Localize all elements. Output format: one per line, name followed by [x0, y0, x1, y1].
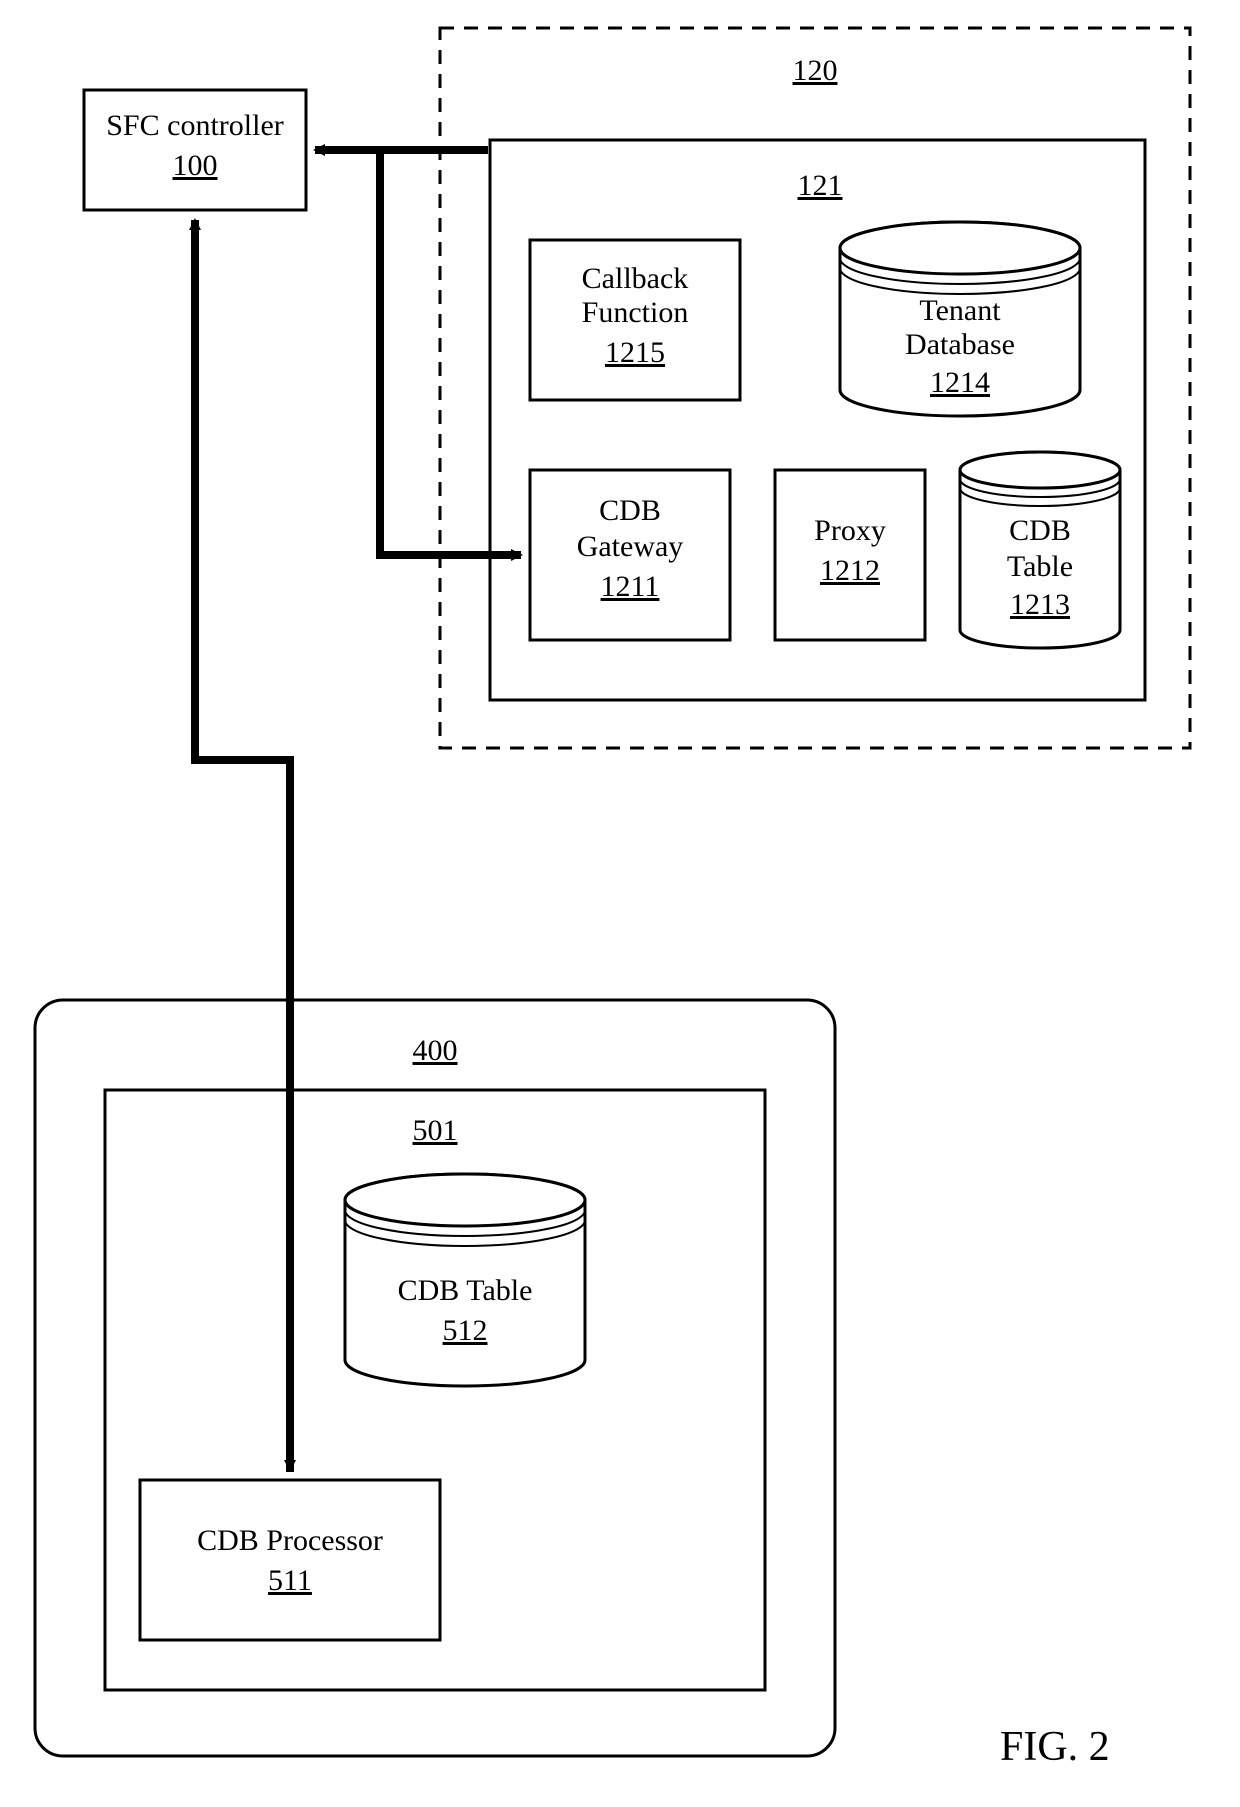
group-400-num: 400	[413, 1034, 458, 1067]
figure-label: FIG. 2	[1000, 1724, 1110, 1770]
cdb-table-121-icon: CDB Table 1213	[960, 452, 1120, 648]
sfc-controller-box: SFC controller 100	[84, 90, 306, 210]
diagram-canvas: SFC controller 100 120 121 Callback Func…	[0, 0, 1240, 1807]
group-120-num: 120	[793, 54, 838, 87]
sfc-controller-title: SFC controller	[106, 109, 284, 142]
tenant-db-line2: Database	[905, 328, 1015, 361]
cdb-table-501-num: 512	[443, 1314, 488, 1347]
cdb-table-121-line2: Table	[1007, 550, 1073, 583]
cdb-gw-line1: CDB	[599, 494, 661, 527]
cdb-table-501-icon: CDB Table 512	[345, 1174, 585, 1386]
cdb-processor-title: CDB Processor	[197, 1524, 383, 1557]
tenant-db-line1: Tenant	[919, 294, 1001, 327]
cdb-gw-num: 1211	[601, 570, 660, 603]
cdb-processor-box: CDB Processor 511	[140, 1480, 440, 1640]
box-501-num: 501	[413, 1114, 458, 1147]
cdb-processor-num: 511	[268, 1564, 312, 1597]
sfc-controller-num: 100	[173, 149, 218, 182]
tenant-database-icon: Tenant Database 1214	[840, 222, 1080, 416]
tenant-db-num: 1214	[930, 366, 990, 399]
callback-num: 1215	[605, 336, 665, 369]
callback-line2: Function	[582, 296, 689, 329]
cdb-table-121-num: 1213	[1010, 588, 1070, 621]
proxy-title: Proxy	[814, 514, 886, 547]
box-121-num: 121	[798, 169, 843, 202]
cdb-table-121-line1: CDB	[1009, 514, 1071, 547]
callback-function-box: Callback Function 1215	[530, 240, 740, 400]
cdb-gateway-box: CDB Gateway 1211	[530, 470, 730, 640]
cdb-gw-line2: Gateway	[577, 530, 684, 563]
callback-line1: Callback	[582, 262, 689, 295]
cdb-table-501-title: CDB Table	[398, 1274, 533, 1307]
proxy-num: 1212	[820, 554, 880, 587]
proxy-box: Proxy 1212	[775, 470, 925, 640]
